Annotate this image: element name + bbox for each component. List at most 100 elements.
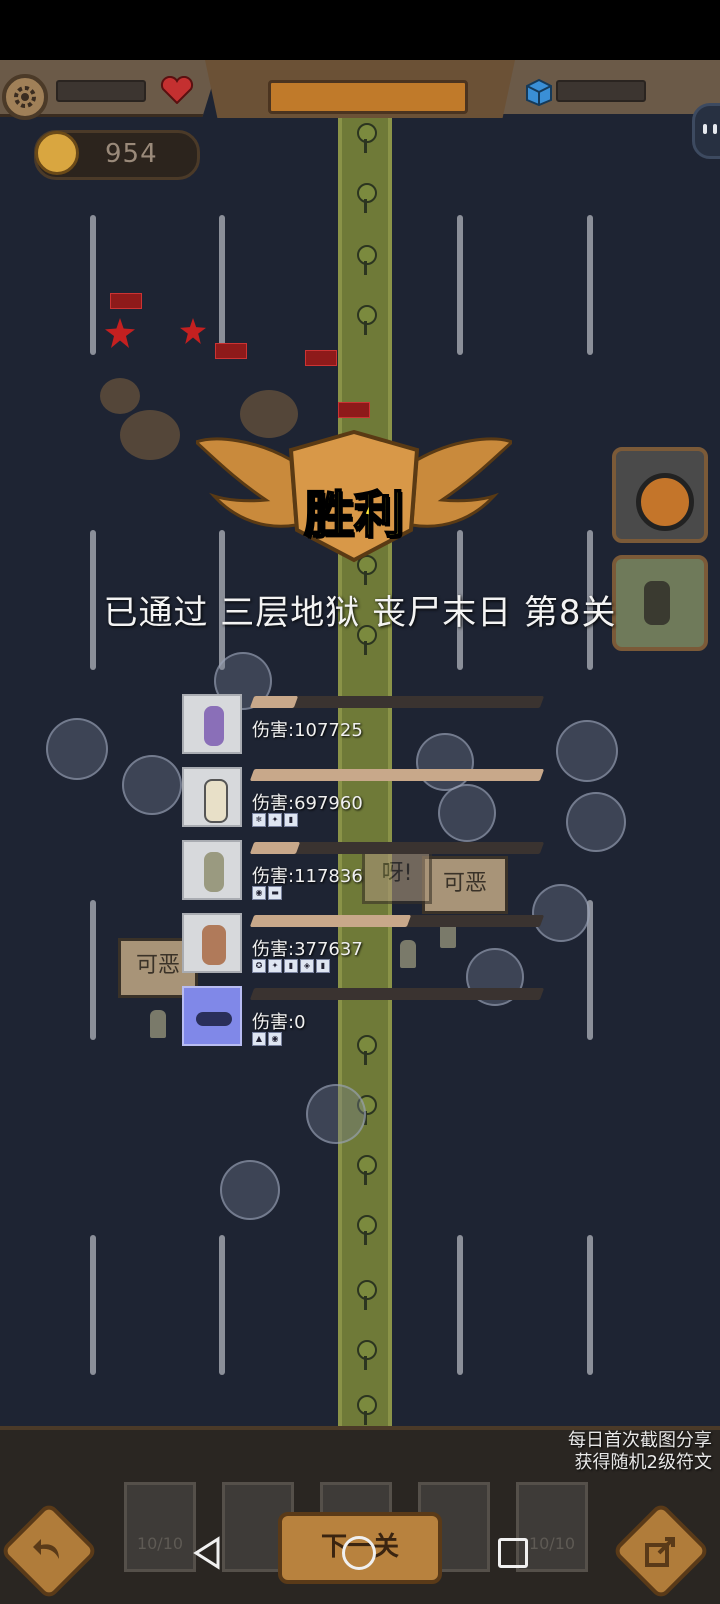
smoke-cloud [100, 378, 140, 414]
damage-bar [249, 915, 545, 927]
nav-home-icon[interactable] [342, 1536, 376, 1570]
share-icon [645, 1537, 675, 1567]
rune-list: ▲ ◉ [252, 1032, 282, 1046]
tree-icon [354, 1340, 377, 1374]
hero-portrait[interactable] [182, 767, 242, 827]
nav-back-icon[interactable] [192, 1536, 222, 1570]
damage-bar-fill [249, 915, 411, 927]
lane-line [90, 900, 96, 1040]
tree-icon [354, 183, 377, 217]
zombie [150, 1010, 166, 1038]
damage-bar [249, 842, 545, 854]
hero-portrait[interactable] [182, 913, 242, 973]
share-hint-line: 获得随机2级符文 [574, 1452, 712, 1473]
damage-value: 伤害:697960 [252, 793, 363, 814]
rune-icon: ❄ [252, 813, 266, 827]
lane-line [587, 215, 593, 355]
damage-row: 伤害:107725 [182, 694, 552, 758]
lane-line [457, 1235, 463, 1375]
shielded-soldier [566, 792, 626, 852]
top-hud [0, 60, 720, 120]
flash-tag [215, 343, 247, 359]
damage-value: 伤害:0 [252, 1012, 306, 1033]
cube-icon [526, 78, 552, 106]
tree-icon [354, 305, 377, 339]
shielded-soldier [46, 718, 108, 780]
hero-icon [204, 706, 224, 746]
tree-icon [354, 123, 377, 157]
bot-icon [703, 124, 707, 134]
damage-bar-fill [249, 988, 255, 1000]
tree-icon [354, 245, 377, 279]
assistant-button[interactable] [692, 103, 720, 159]
rune-icon: ✦ [268, 813, 282, 827]
damage-bar [249, 696, 545, 708]
damage-bar-fill [249, 769, 545, 781]
shielded-soldier [220, 1160, 280, 1220]
hero-portrait[interactable] [182, 694, 242, 754]
smoke-cloud [120, 410, 180, 460]
gear-icon [14, 86, 36, 108]
lane-line [219, 1235, 225, 1375]
nav-recent-icon[interactable] [498, 1538, 528, 1568]
coin-icon [35, 131, 79, 175]
rune-icon: ▮ [316, 959, 330, 973]
flash-tag [338, 402, 370, 418]
status-bar [0, 0, 720, 60]
lane-line [587, 1235, 593, 1375]
lane-line [90, 1235, 96, 1375]
coin-counter: 954 [34, 130, 200, 180]
rune-icon: ✦ [268, 959, 282, 973]
hero-icon [202, 925, 226, 965]
hero-portrait[interactable] [182, 986, 242, 1046]
lane-line [457, 215, 463, 355]
damage-bar-fill [249, 696, 298, 708]
tree-icon [354, 1155, 377, 1189]
skill-button-camera[interactable] [612, 447, 708, 543]
shielded-soldier [556, 720, 618, 782]
share-reward-hint: 每日首次截图分享 获得随机2级符文 [500, 1430, 712, 1474]
rune-list: ◉ ▬ [252, 886, 282, 900]
tree-icon [354, 1215, 377, 1249]
tree-icon [354, 1395, 377, 1429]
damage-bar [249, 988, 545, 1000]
resource-bar [556, 80, 646, 102]
bot-icon-eye [713, 124, 717, 134]
rune-icon: ▮ [284, 813, 298, 827]
shielded-soldier [306, 1084, 366, 1144]
hero-icon [204, 852, 224, 892]
victory-badge: 胜利 [196, 430, 512, 580]
damage-value: 伤害:377637 [252, 939, 363, 960]
heart-icon [160, 76, 194, 104]
drone-icon [196, 1012, 232, 1026]
damage-value: 伤害:117836 [252, 866, 363, 887]
damage-bar [249, 769, 545, 781]
victory-title: 胜利 [303, 485, 405, 545]
damage-value: 伤害:107725 [252, 720, 363, 741]
hero-portrait[interactable] [182, 840, 242, 900]
rune-list: ❄ ✦ ▮ [252, 813, 298, 827]
damage-bar-fill [249, 842, 301, 854]
rune-icon: ▲ [252, 1032, 266, 1046]
flash-tag [110, 293, 142, 309]
rune-icon: ◉ [252, 886, 266, 900]
rune-icon: ◈ [300, 959, 314, 973]
damage-row: 伤害:0 ▲ ◉ [182, 986, 552, 1050]
damage-row: 伤害:697960 ❄ ✦ ▮ [182, 767, 552, 831]
rune-icon: ✪ [252, 959, 266, 973]
health-bar [56, 80, 146, 102]
damage-row: 伤害:377637 ✪ ✦ ▮ ◈ ▮ [182, 913, 552, 977]
hero-card-slot[interactable]: 10/10 [124, 1482, 196, 1572]
coin-value: 954 [105, 139, 158, 169]
rune-list: ✪ ✦ ▮ ◈ ▮ [252, 959, 330, 973]
share-hint-line: 每日首次截图分享 [568, 1430, 712, 1451]
lane-line [90, 215, 96, 355]
lens-icon [636, 473, 694, 531]
hero-icon [204, 779, 228, 823]
settings-button[interactable] [2, 74, 48, 120]
lane-line [219, 215, 225, 355]
level-cleared-message: 已通过 三层地狱 丧尸末日 第8关 [103, 593, 617, 633]
card-count: 10/10 [136, 1534, 184, 1553]
wave-progress-bar [268, 80, 468, 114]
rune-icon: ▬ [268, 886, 282, 900]
